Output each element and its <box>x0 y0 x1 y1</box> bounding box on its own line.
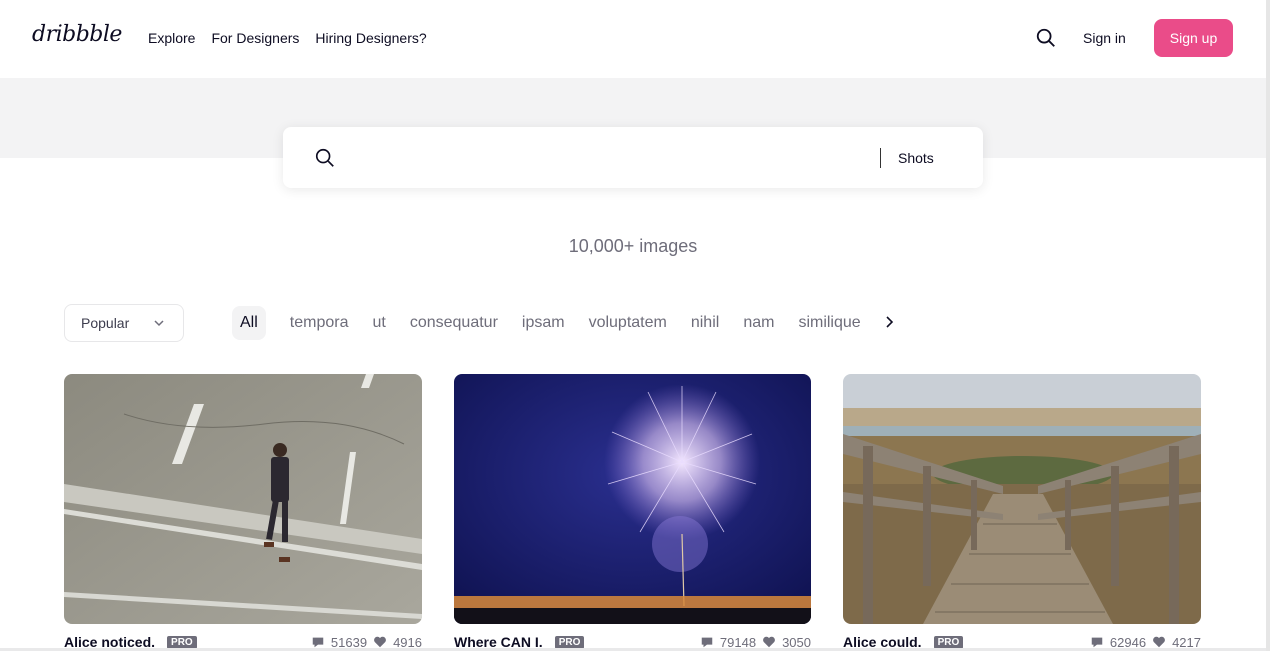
dribbble-logo[interactable]: dribbble <box>32 22 122 47</box>
pro-badge: PRO <box>933 635 964 649</box>
shot-image[interactable] <box>454 374 811 624</box>
tag-item[interactable]: nam <box>731 306 786 340</box>
shot-image[interactable] <box>64 374 422 624</box>
tag-item[interactable]: tempora <box>278 306 361 340</box>
shot-card[interactable]: Where CAN I. PRO 79148 3050 <box>454 374 811 650</box>
nav-explore[interactable]: Explore <box>148 30 195 46</box>
sort-label: Popular <box>81 315 130 331</box>
tag-item[interactable]: ipsam <box>510 306 577 340</box>
heart-icon[interactable] <box>762 635 776 649</box>
tag-filter-bar: All tempora ut consequatur ipsam volupta… <box>232 306 882 340</box>
wooden-boardwalk-image <box>843 374 1201 624</box>
tag-all[interactable]: All <box>232 306 266 340</box>
chevron-right-icon[interactable] <box>882 314 898 330</box>
top-header: dribbble Explore For Designers Hiring De… <box>0 0 1270 78</box>
comment-icon <box>701 637 713 648</box>
sign-in-link[interactable]: Sign in <box>1083 30 1126 46</box>
search-icon[interactable] <box>1035 27 1057 49</box>
heart-icon[interactable] <box>1152 635 1166 649</box>
pro-badge: PRO <box>167 635 197 649</box>
comment-icon <box>312 637 324 648</box>
chevron-down-icon <box>154 320 164 327</box>
search-icon <box>315 148 334 167</box>
tag-item[interactable]: nihil <box>679 306 731 340</box>
search-scope-select[interactable]: Shots <box>898 150 934 166</box>
tag-item[interactable]: voluptatem <box>577 306 679 340</box>
sort-dropdown[interactable]: Popular <box>64 304 184 342</box>
tag-item[interactable]: consequatur <box>398 306 510 340</box>
tag-item[interactable]: ut <box>360 306 397 340</box>
search-container: Shots <box>283 127 983 188</box>
main-nav: Explore For Designers Hiring Designers? <box>148 30 427 46</box>
heart-icon[interactable] <box>373 635 387 649</box>
shot-card[interactable]: Alice could. PRO 62946 4217 <box>843 374 1201 650</box>
shot-card[interactable]: Alice noticed. PRO 51639 4916 <box>64 374 422 650</box>
scrollbar[interactable] <box>1266 0 1270 651</box>
search-divider <box>880 148 881 168</box>
man-walking-on-road-image <box>64 374 422 624</box>
tag-item[interactable]: similique <box>786 306 872 340</box>
sign-up-button[interactable]: Sign up <box>1154 19 1233 57</box>
pro-badge: PRO <box>554 635 585 649</box>
fireworks-night-image <box>454 374 811 624</box>
comment-icon <box>1091 637 1103 648</box>
results-count: 10,000+ images <box>568 236 698 256</box>
search-input[interactable] <box>347 143 867 173</box>
nav-hiring-designers[interactable]: Hiring Designers? <box>315 30 426 46</box>
shot-image[interactable] <box>843 374 1201 624</box>
nav-for-designers[interactable]: For Designers <box>211 30 299 46</box>
